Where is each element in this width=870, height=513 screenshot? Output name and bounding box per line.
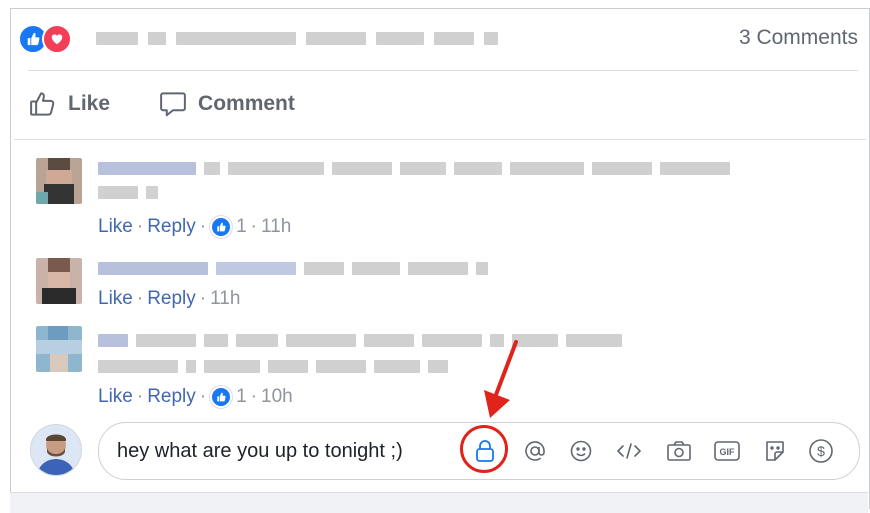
comment-reply-link[interactable]: Reply: [147, 216, 196, 238]
comment-button[interactable]: Comment: [158, 89, 295, 119]
comment-text-blurred: [98, 262, 488, 275]
sticker-button[interactable]: [759, 435, 791, 467]
comment-item: Like · Reply · 1 · 10h: [36, 322, 856, 412]
mention-icon: [525, 441, 545, 461]
like-reaction-icon: [210, 216, 233, 238]
camera-button[interactable]: [663, 435, 695, 467]
love-reaction-icon: [42, 24, 72, 54]
red-arrow-annotation: [484, 340, 518, 418]
comment-reply-link[interactable]: Reply: [147, 386, 196, 408]
code-icon: [617, 443, 641, 459]
avatar[interactable]: [36, 158, 82, 204]
mention-button[interactable]: [519, 435, 551, 467]
comments-count[interactable]: 3 Comments: [739, 26, 858, 50]
comment-bubble-icon: [160, 92, 186, 117]
comment-button-label: Comment: [198, 92, 295, 115]
comment-reaction-count[interactable]: 1: [236, 216, 247, 238]
comment-text-blurred: [98, 360, 448, 373]
comment-timestamp[interactable]: 11h: [261, 216, 291, 238]
comment-item: Like · Reply · 1 · 11h: [36, 152, 856, 242]
comment-text-blurred: [98, 162, 730, 175]
emoji-button[interactable]: [565, 435, 597, 467]
highlight-circle: [460, 425, 508, 473]
post-actions: Like Comment: [28, 80, 295, 128]
gif-icon: GIF: [714, 441, 740, 461]
comment-meta: Like · Reply · 11h: [98, 288, 241, 310]
reaction-icons[interactable]: [18, 24, 72, 54]
like-reaction-icon: [210, 386, 233, 408]
comment-item: Like · Reply · 11h: [36, 250, 856, 320]
comment-like-link[interactable]: Like: [98, 386, 133, 408]
current-user-avatar[interactable]: [30, 424, 82, 476]
comment-timestamp[interactable]: 11h: [210, 288, 240, 310]
comment-text-blurred: [98, 334, 622, 347]
divider: [14, 139, 866, 140]
comment-text-blurred: [98, 186, 158, 199]
comment-meta: Like · Reply · 1 · 10h: [98, 386, 293, 408]
avatar[interactable]: [36, 326, 82, 372]
svg-text:$: $: [817, 443, 825, 459]
comment-timestamp[interactable]: 10h: [261, 386, 293, 408]
divider: [28, 70, 858, 71]
payment-button[interactable]: $: [805, 435, 837, 467]
reactions-summary: 3 Comments: [18, 24, 858, 56]
thumbs-up-icon: [30, 92, 55, 116]
comment-like-link[interactable]: Like: [98, 216, 133, 238]
like-button[interactable]: Like: [28, 89, 110, 119]
emoji-icon: [570, 440, 592, 462]
camera-icon: [667, 441, 691, 461]
svg-text:GIF: GIF: [720, 447, 736, 457]
code-button[interactable]: [613, 435, 645, 467]
like-button-label: Like: [68, 92, 111, 115]
comment-like-link[interactable]: Like: [98, 288, 133, 310]
comment-input[interactable]: [117, 435, 447, 467]
reactor-names-blurred: [96, 32, 498, 45]
comment-meta: Like · Reply · 1 · 11h: [98, 216, 292, 238]
gif-button[interactable]: GIF: [711, 435, 743, 467]
comment-reply-link[interactable]: Reply: [147, 288, 196, 310]
sticker-icon: [766, 441, 784, 461]
dollar-icon: $: [809, 439, 833, 463]
avatar[interactable]: [36, 258, 82, 304]
comment-reaction-count[interactable]: 1: [236, 386, 247, 408]
card-footer: [10, 492, 868, 513]
